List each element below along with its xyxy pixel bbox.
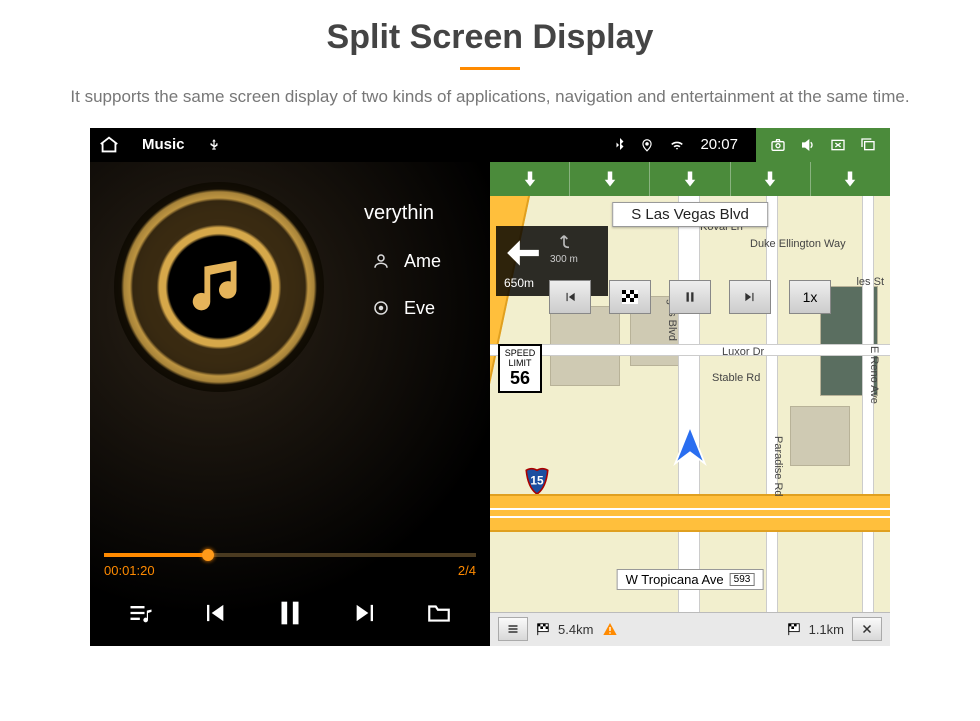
album-art bbox=[114, 182, 324, 392]
map-label: Paradise Rd bbox=[772, 436, 784, 497]
track-index: 2/4 bbox=[458, 563, 476, 578]
lane-arrow-icon bbox=[521, 169, 539, 189]
lane-arrow-icon bbox=[681, 169, 699, 189]
current-position-icon bbox=[668, 423, 712, 467]
route-controls: 1x bbox=[490, 280, 890, 314]
route-pause-button[interactable] bbox=[669, 280, 711, 314]
waypoint-flag-icon bbox=[787, 622, 801, 636]
music-note-icon bbox=[184, 252, 254, 322]
route-checkered-button[interactable] bbox=[609, 280, 651, 314]
nav-menu-button[interactable] bbox=[498, 617, 528, 641]
prev-track-icon[interactable] bbox=[199, 599, 229, 627]
dest-flag-icon bbox=[536, 622, 550, 636]
page-subtitle: It supports the same screen display of t… bbox=[40, 84, 940, 110]
nav-bottom-bar: 5.4km 1.1km bbox=[490, 612, 890, 646]
track-title: verythin bbox=[364, 202, 434, 225]
progress-bar[interactable] bbox=[104, 553, 476, 557]
title-underline bbox=[460, 67, 520, 70]
speed-limit-sign: SPEED LIMIT 56 bbox=[498, 344, 542, 393]
lane-arrow-icon bbox=[601, 169, 619, 189]
status-bar: Music 20:07 bbox=[90, 128, 890, 162]
album-name: Eve bbox=[404, 298, 435, 319]
map-label: Duke Ellington Way bbox=[750, 238, 846, 250]
system-tray bbox=[756, 128, 890, 162]
folder-icon[interactable] bbox=[424, 600, 454, 626]
exit-distance: 300 m bbox=[550, 254, 578, 265]
volume-icon[interactable] bbox=[798, 137, 818, 153]
street-sign-bottom: W Tropicana Ave 593 bbox=[617, 569, 764, 590]
track-metadata: verythin Ame Eve bbox=[370, 202, 441, 319]
album-icon bbox=[370, 299, 392, 317]
close-window-icon[interactable] bbox=[828, 137, 848, 153]
interstate-shield-icon: 15 bbox=[524, 466, 550, 494]
device-frame: Music 20:07 bbox=[90, 128, 890, 646]
home-icon[interactable] bbox=[98, 134, 120, 156]
location-icon bbox=[640, 137, 654, 153]
camera-icon[interactable] bbox=[768, 137, 788, 153]
nav-lane-bar bbox=[490, 162, 890, 196]
elapsed-time: 00:01:20 bbox=[104, 563, 155, 578]
playlist-icon[interactable] bbox=[126, 599, 156, 627]
bottom-left-distance: 5.4km bbox=[558, 622, 593, 637]
map-label: E Reno Ave bbox=[868, 346, 880, 404]
clock: 20:07 bbox=[700, 136, 738, 153]
music-panel: verythin Ame Eve bbox=[90, 162, 490, 646]
svg-text:15: 15 bbox=[530, 473, 544, 487]
app-label: Music bbox=[142, 136, 185, 153]
nav-close-button[interactable] bbox=[852, 617, 882, 641]
pause-icon[interactable] bbox=[273, 596, 307, 630]
bluetooth-icon bbox=[614, 137, 626, 153]
artist-name: Ame bbox=[404, 251, 441, 272]
turn-left-icon bbox=[504, 234, 542, 272]
artist-icon bbox=[370, 252, 392, 270]
map-label: Luxor Dr bbox=[722, 346, 764, 358]
exit-icon: 300 m bbox=[550, 234, 578, 265]
warning-icon bbox=[601, 621, 619, 637]
route-speed-button[interactable]: 1x bbox=[789, 280, 831, 314]
player-controls bbox=[104, 578, 476, 638]
page-title: Split Screen Display bbox=[0, 18, 980, 57]
lane-arrow-icon bbox=[841, 169, 859, 189]
wifi-icon bbox=[668, 138, 686, 152]
map-label: Stable Rd bbox=[712, 372, 760, 384]
navigation-panel: Koval Ln Duke Ellington Way les St Vegas… bbox=[490, 162, 890, 646]
bottom-right-distance: 1.1km bbox=[809, 622, 844, 637]
route-next-button[interactable] bbox=[729, 280, 771, 314]
multitask-icon[interactable] bbox=[858, 137, 878, 153]
street-sign-top: S Las Vegas Blvd bbox=[612, 202, 768, 227]
lane-arrow-icon bbox=[761, 169, 779, 189]
usb-icon bbox=[207, 136, 221, 154]
next-track-icon[interactable] bbox=[351, 599, 381, 627]
route-prev-button[interactable] bbox=[549, 280, 591, 314]
